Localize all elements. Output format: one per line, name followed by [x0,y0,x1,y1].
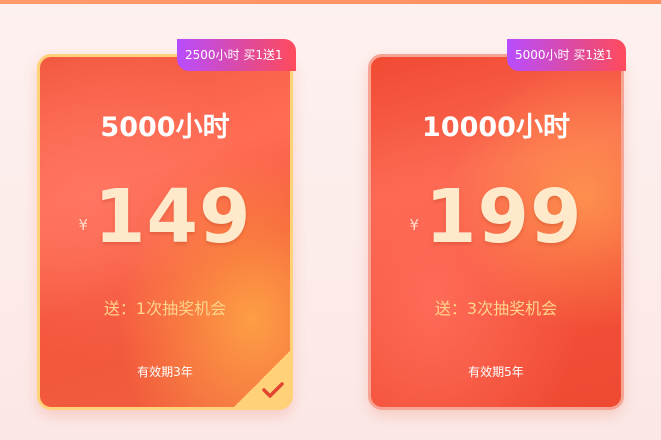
plan-bonus: 送：3次抽奖机会 [434,299,558,318]
currency-symbol: ¥ [409,216,420,234]
plan-hours: 10000小时 [422,112,570,143]
plan-price: ¥149 [40,175,290,259]
price-amount: 199 [425,174,583,260]
plan-price: ¥199 [371,175,621,259]
currency-symbol: ¥ [78,216,89,234]
selected-indicator [234,351,290,407]
plan-hours: 5000小时 [100,112,230,143]
plan-card-5000-hours[interactable]: 5000小时 ¥149 送：1次抽奖机会 有效期3年 [37,54,293,410]
price-amount: 149 [94,174,252,260]
checkmark-icon [262,382,284,398]
plan-validity: 有效期5年 [468,365,524,379]
plan-bonus: 送：1次抽奖机会 [103,299,227,318]
plan-promo-badge: 5000小时 买1送1 [507,39,626,71]
top-accent-bar [0,0,661,4]
plan-promo-badge: 2500小时 买1送1 [177,39,296,71]
plan-card-10000-hours[interactable]: 10000小时 ¥199 送：3次抽奖机会 有效期5年 [368,54,624,410]
